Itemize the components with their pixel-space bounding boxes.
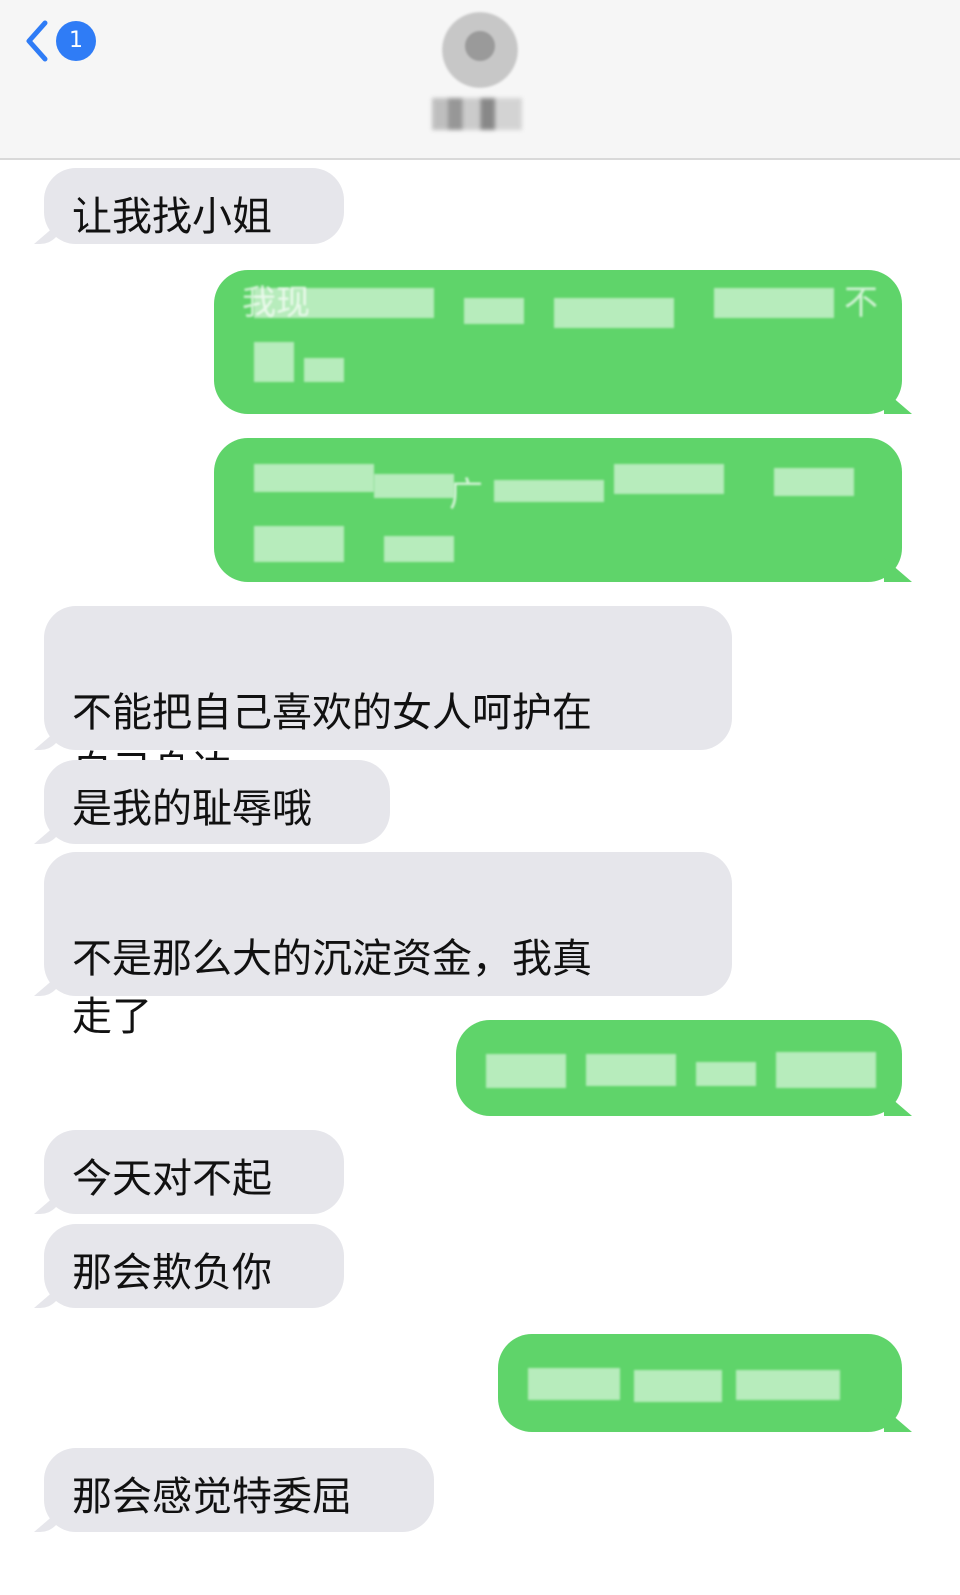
pixelated-text [714, 288, 834, 318]
outgoing-message-blurred[interactable]: 我现 不 [214, 270, 902, 414]
message-text: 让我找小姐 [72, 194, 272, 240]
pixelated-text [634, 1370, 722, 1402]
incoming-message[interactable]: 是我的耻辱哦 [44, 760, 390, 844]
conversation-header: 1 [0, 0, 960, 160]
pixelated-text [614, 464, 724, 494]
pixelated-text [486, 1054, 566, 1088]
pixelated-text [586, 1054, 676, 1086]
contact-name-blurred [432, 98, 522, 130]
pixelated-text [254, 288, 434, 318]
message-text: 今天对不起 [72, 1156, 272, 1202]
pixelated-text [696, 1062, 756, 1086]
message-text: 那会欺负你 [72, 1250, 272, 1296]
pixelated-text [774, 468, 854, 496]
contact-avatar[interactable] [430, 10, 530, 90]
pixelated-text [254, 464, 374, 492]
outgoing-message-blurred[interactable]: 广 [214, 438, 902, 582]
pixelated-text [374, 474, 454, 498]
pixelated-text [494, 480, 604, 502]
incoming-message[interactable]: 今天对不起 [44, 1130, 344, 1214]
pixelated-text [254, 526, 344, 562]
pixelated-text [528, 1368, 620, 1400]
pixelated-text [304, 358, 344, 382]
pixelated-text [776, 1052, 876, 1088]
message-text: 那会感觉特委屈 [72, 1474, 352, 1520]
incoming-message[interactable]: 不是那么大的沉淀资金，我真 走了 [44, 852, 732, 1040]
incoming-message[interactable]: 那会欺负你 [44, 1224, 344, 1308]
pixelated-text [254, 342, 294, 382]
back-button[interactable]: 1 [24, 14, 96, 68]
unread-badge: 1 [56, 21, 96, 61]
incoming-message[interactable]: 那会感觉特委屈 [44, 1448, 434, 1532]
incoming-message[interactable]: 不能把自己喜欢的女人呵护在 自己身边 [44, 606, 732, 794]
pixelated-text [554, 298, 674, 328]
incoming-message[interactable]: 让我找小姐 [44, 168, 344, 244]
chevron-left-icon [26, 20, 48, 62]
pixelated-text [384, 536, 454, 562]
message-text-suffix: 不 [844, 283, 878, 323]
message-text: 是我的耻辱哦 [72, 786, 312, 832]
pixelated-text [736, 1370, 840, 1400]
outgoing-message-blurred[interactable] [498, 1334, 902, 1432]
message-text: 广 [449, 475, 483, 515]
outgoing-message-blurred[interactable] [456, 1020, 902, 1116]
pixelated-text [464, 298, 524, 324]
